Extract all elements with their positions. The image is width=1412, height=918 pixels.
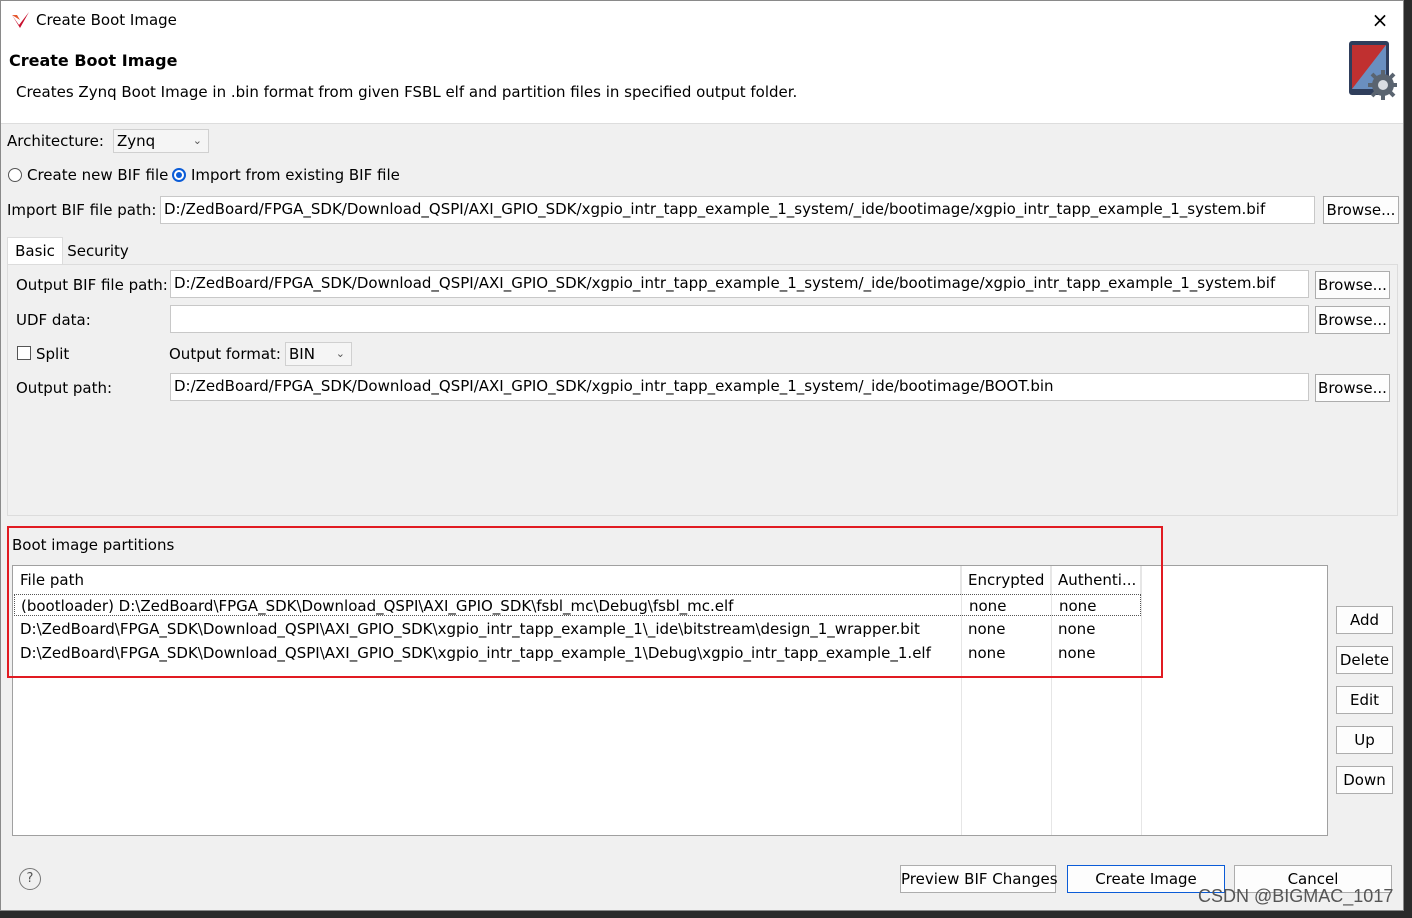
output-path-browse-button[interactable]: Browse...: [1315, 374, 1390, 402]
row-file-path: D:\ZedBoard\FPGA_SDK\Download_QSPI\AXI_G…: [20, 644, 931, 662]
import-bif-browse-button[interactable]: Browse...: [1323, 196, 1399, 224]
xilinx-logo-icon: [11, 11, 31, 33]
header-title: Create Boot Image: [9, 51, 178, 70]
output-bif-path-field[interactable]: D:/ZedBoard/FPGA_SDK/Download_QSPI/AXI_G…: [170, 270, 1309, 298]
tab-basic[interactable]: Basic: [7, 237, 63, 266]
import-bif-label[interactable]: Import from existing BIF file: [191, 166, 400, 184]
row-encrypted: none: [968, 644, 1006, 662]
column-header-encrypted[interactable]: Encrypted: [961, 566, 1051, 594]
udf-browse-button[interactable]: Browse...: [1315, 306, 1390, 334]
create-new-bif-radio[interactable]: [8, 168, 22, 182]
architecture-label: Architecture:: [7, 132, 104, 150]
move-up-button[interactable]: Up: [1336, 726, 1393, 754]
close-button[interactable]: ×: [1367, 7, 1393, 33]
create-new-bif-label[interactable]: Create new BIF file: [27, 166, 168, 184]
window-title: Create Boot Image: [36, 11, 177, 29]
table-row[interactable]: D:\ZedBoard\FPGA_SDK\Download_QSPI\AXI_G…: [14, 618, 1141, 640]
row-encrypted: none: [968, 620, 1006, 638]
udf-data-label: UDF data:: [16, 311, 91, 329]
split-label[interactable]: Split: [36, 345, 69, 363]
column-header-authentication[interactable]: Authenti...: [1051, 566, 1141, 594]
import-bif-path-label: Import BIF file path:: [7, 201, 157, 219]
output-path-field[interactable]: D:/ZedBoard/FPGA_SDK/Download_QSPI/AXI_G…: [170, 373, 1309, 401]
table-row[interactable]: D:\ZedBoard\FPGA_SDK\Download_QSPI\AXI_G…: [14, 642, 1141, 664]
table-row[interactable]: (bootloader) D:\ZedBoard\FPGA_SDK\Downlo…: [14, 594, 1141, 616]
architecture-value: Zynq: [117, 132, 156, 150]
header-description: Creates Zynq Boot Image in .bin format f…: [16, 83, 798, 101]
output-format-value: BIN: [289, 345, 315, 363]
output-bif-path-label: Output BIF file path:: [16, 276, 168, 294]
title-bar[interactable]: Create Boot Image ×: [1, 1, 1403, 39]
row-authentication: none: [1058, 620, 1096, 638]
tab-security[interactable]: Security: [65, 238, 131, 264]
move-down-button[interactable]: Down: [1336, 766, 1393, 794]
udf-data-field[interactable]: [170, 305, 1309, 333]
preview-bif-changes-button[interactable]: Preview BIF Changes: [900, 865, 1058, 893]
output-path-label: Output path:: [16, 379, 113, 397]
partitions-table[interactable]: File path Encrypted Authenti... (bootloa…: [12, 565, 1328, 836]
chevron-down-icon: ⌄: [192, 134, 202, 147]
delete-partition-button[interactable]: Delete: [1336, 646, 1393, 674]
partitions-label: Boot image partitions: [12, 536, 175, 554]
row-authentication: none: [1059, 597, 1097, 615]
architecture-select[interactable]: Zynq ⌄: [113, 129, 209, 153]
basic-tab-panel: Output BIF file path: D:/ZedBoard/FPGA_S…: [7, 264, 1398, 516]
row-encrypted: none: [969, 597, 1007, 615]
row-file-path: (bootloader) D:\ZedBoard\FPGA_SDK\Downlo…: [21, 597, 734, 615]
chevron-down-icon: ⌄: [335, 347, 345, 360]
import-bif-path-field[interactable]: D:/ZedBoard/FPGA_SDK/Download_QSPI/AXI_G…: [160, 196, 1315, 224]
import-bif-radio[interactable]: [172, 168, 186, 182]
boot-image-gear-icon: [1345, 39, 1398, 105]
edit-partition-button[interactable]: Edit: [1336, 686, 1393, 714]
output-format-label: Output format:: [169, 345, 281, 363]
split-checkbox[interactable]: [17, 346, 31, 360]
output-format-select[interactable]: BIN ⌄: [285, 342, 352, 366]
output-bif-browse-button[interactable]: Browse...: [1315, 271, 1390, 299]
help-icon[interactable]: ?: [19, 868, 41, 890]
watermark-text: CSDN @BIGMAC_1017: [1198, 886, 1394, 906]
row-file-path: D:\ZedBoard\FPGA_SDK\Download_QSPI\AXI_G…: [20, 620, 920, 638]
dialog-header: Create Boot Image Creates Zynq Boot Imag…: [1, 39, 1403, 124]
create-boot-image-dialog: Create Boot Image × Create Boot Image Cr…: [0, 0, 1404, 911]
row-authentication: none: [1058, 644, 1096, 662]
add-partition-button[interactable]: Add: [1336, 606, 1393, 634]
column-header-file-path[interactable]: File path: [13, 566, 961, 594]
